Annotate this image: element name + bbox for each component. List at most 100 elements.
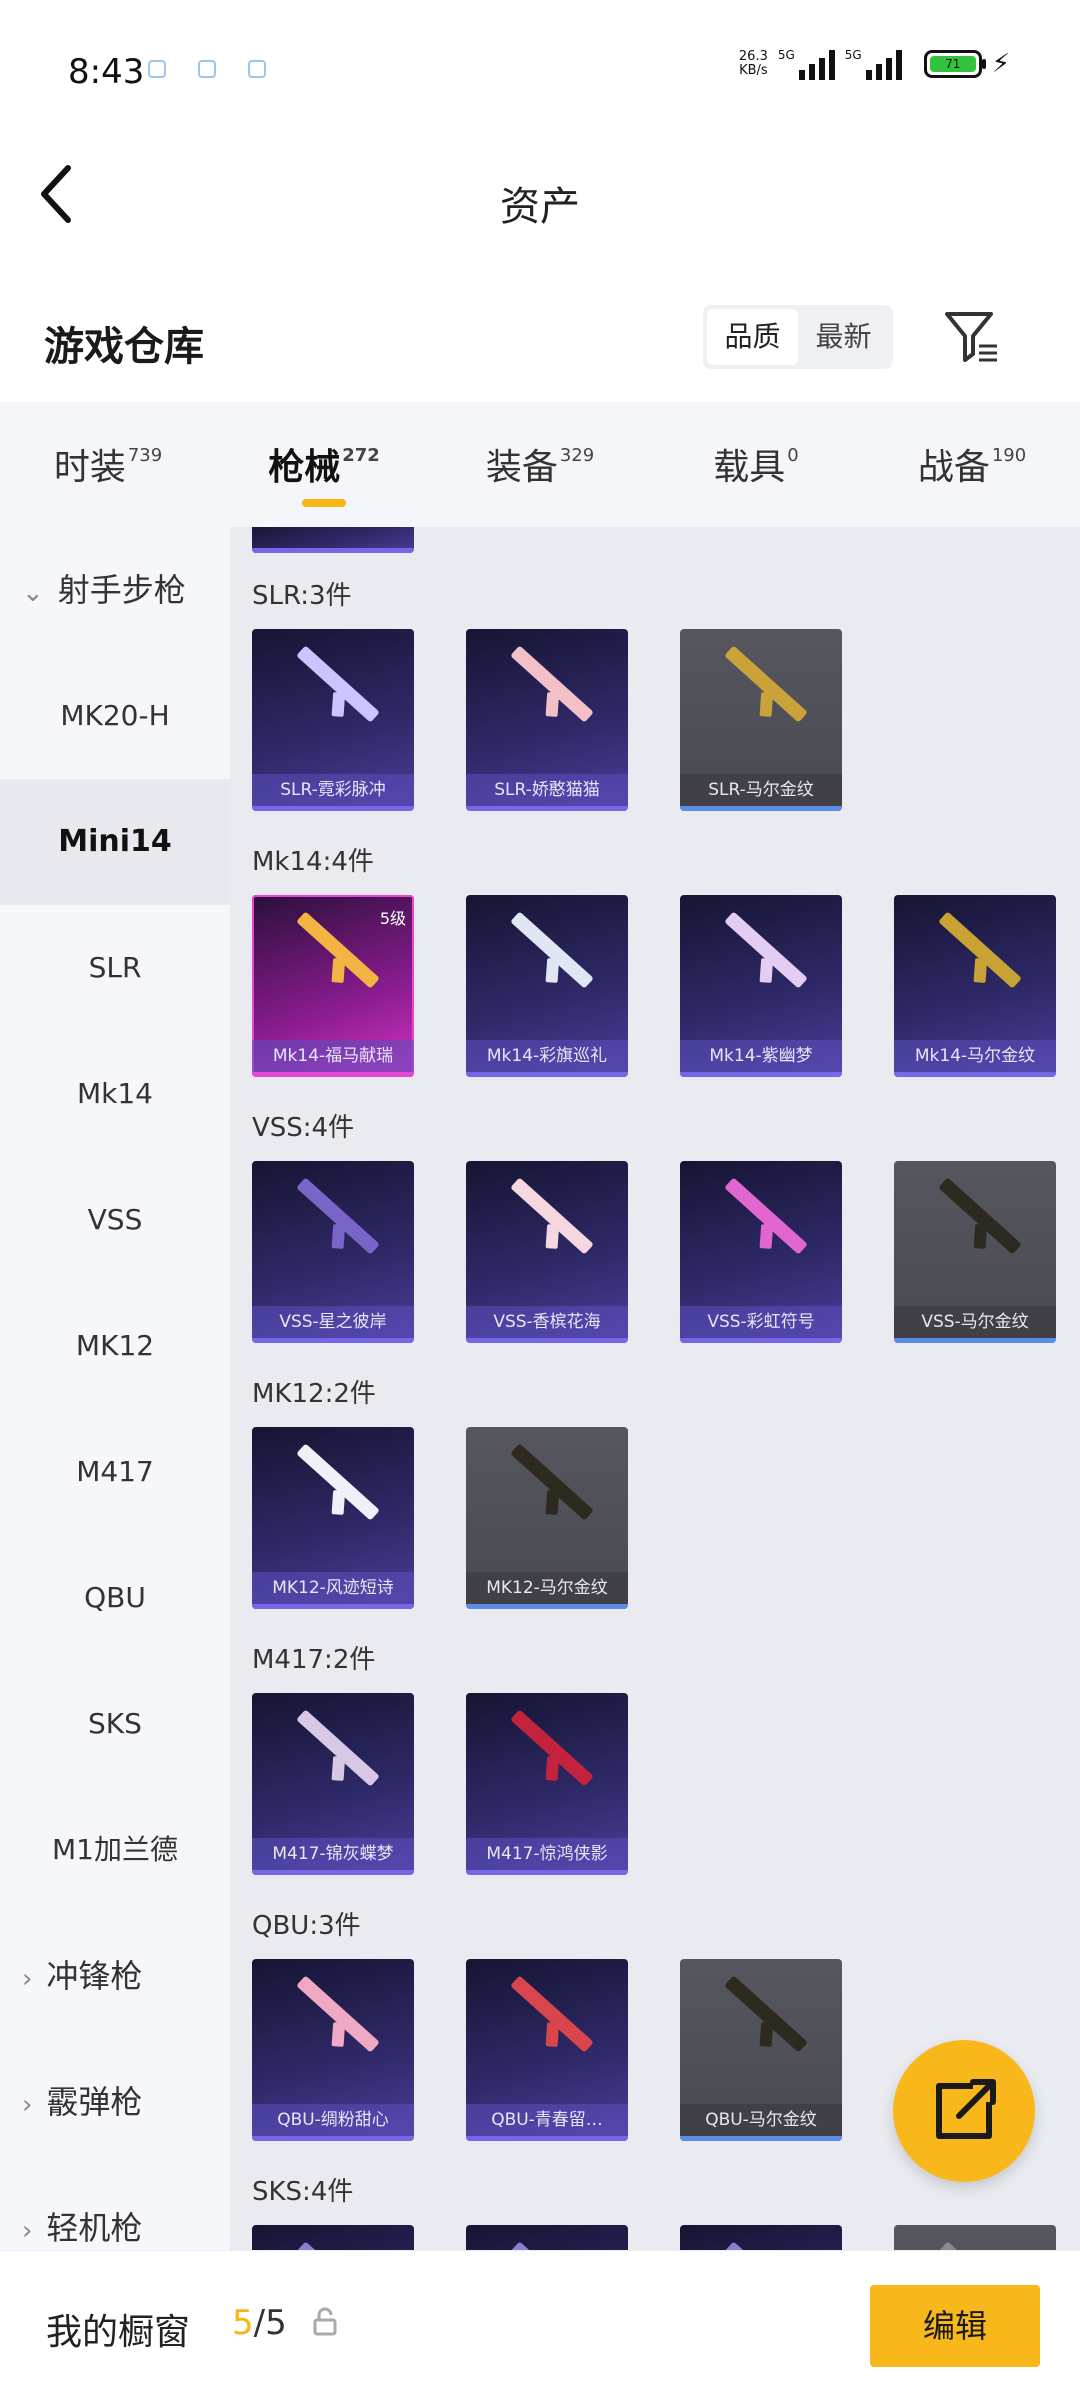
- notification-icon: [198, 60, 216, 78]
- gun-image: [724, 911, 808, 989]
- skin-card[interactable]: VSS-马尔金纹: [894, 1161, 1056, 1343]
- skin-card[interactable]: [252, 2225, 414, 2250]
- gun-image: [296, 911, 380, 989]
- skin-card[interactable]: QBU-马尔金纹: [680, 1959, 842, 2141]
- gun-image: [296, 2241, 380, 2250]
- category-label: QBU:3件: [252, 1911, 361, 1941]
- skin-card[interactable]: Mk14-彩旗巡礼: [466, 895, 628, 1077]
- skin-card[interactable]: QBU-绸粉甜心: [252, 1959, 414, 2141]
- weapon-type-sidebar: ⌄ 射手步枪 MK20-H Mini14 SLR Mk14 VSS MK12 M417 QBU SK…: [0, 527, 230, 2250]
- lock-icon: [313, 2307, 337, 2336]
- rarity-bar: [680, 1072, 842, 1077]
- skin-card[interactable]: MK12-风迹短诗: [252, 1427, 414, 1609]
- sidebar-group[interactable]: ⌄ 射手步枪: [0, 527, 230, 653]
- gun-image: [724, 2241, 808, 2250]
- skin-card[interactable]: M417-惊鸿侠影: [466, 1693, 628, 1875]
- chevron-right-icon: ›: [22, 2216, 33, 2246]
- rarity-bar: [252, 1604, 414, 1609]
- sidebar-item[interactable]: MK20-H: [0, 653, 230, 779]
- rarity-bar: [252, 1338, 414, 1343]
- rarity-bar: [466, 806, 628, 811]
- skin-name: QBU-马尔金纹: [680, 2104, 842, 2136]
- tab-firearms[interactable]: 枪械 272: [216, 402, 432, 527]
- skin-name: VSS-香槟花海: [466, 1306, 628, 1338]
- rarity-bar: [252, 1870, 414, 1875]
- sidebar-item[interactable]: SKS: [0, 1661, 230, 1787]
- gun-image: [510, 2241, 594, 2250]
- gun-image: [510, 1443, 594, 1521]
- rarity-bar: [466, 1604, 628, 1609]
- gun-image: [296, 1443, 380, 1521]
- status-time: 8:43: [68, 52, 145, 92]
- gun-image: [724, 1177, 808, 1255]
- skin-card[interactable]: SLR-马尔金纹: [680, 629, 842, 811]
- showcase-label: 我的橱窗: [46, 2312, 191, 2353]
- skin-name: QBU-青春留…: [466, 2104, 628, 2136]
- rarity-bar: [680, 2136, 842, 2141]
- skin-card[interactable]: Mk14-马尔金纹: [894, 895, 1056, 1077]
- skin-card[interactable]: [894, 2225, 1056, 2250]
- gun-image: [724, 645, 808, 723]
- sidebar-group[interactable]: › 轻机枪: [0, 2165, 230, 2250]
- skin-card[interactable]: QBU-青春留…: [466, 1959, 628, 2141]
- sidebar-item[interactable]: Mk14: [0, 1031, 230, 1157]
- battery-icon: 71: [923, 50, 986, 78]
- tab-equipment[interactable]: 装备 329: [432, 402, 648, 527]
- tab-supplies[interactable]: 战备 190: [864, 402, 1080, 527]
- sidebar-item[interactable]: QBU: [0, 1535, 230, 1661]
- filter-button[interactable]: [943, 308, 999, 366]
- edit-button[interactable]: 编辑: [870, 2285, 1040, 2367]
- signal-icon: [798, 48, 835, 80]
- skin-name: Mk14-马尔金纹: [894, 1040, 1056, 1072]
- warehouse-title: 游戏仓库: [44, 324, 204, 370]
- skin-card[interactable]: [252, 527, 414, 553]
- category-label: M417:2件: [252, 1645, 376, 1675]
- skin-card[interactable]: SLR-霓彩脉冲: [252, 629, 414, 811]
- skin-card[interactable]: [680, 2225, 842, 2250]
- sidebar-item[interactable]: VSS: [0, 1157, 230, 1283]
- skin-card[interactable]: SLR-娇憨猫猫: [466, 629, 628, 811]
- status-bar: 8:43 26.3 KB/s 5G 5G 71 ⚡: [68, 48, 1010, 92]
- rarity-bar: [252, 806, 414, 811]
- skin-card[interactable]: VSS-彩虹符号: [680, 1161, 842, 1343]
- rarity-bar: [252, 2136, 414, 2141]
- skin-name: Mk14-紫幽梦: [680, 1040, 842, 1072]
- sidebar-item[interactable]: Mini14: [0, 779, 230, 905]
- skin-name: SLR-娇憨猫猫: [466, 774, 628, 806]
- category-label: Mk14:4件: [252, 847, 374, 877]
- gun-image: [724, 1975, 808, 2053]
- sidebar-item[interactable]: MK12: [0, 1283, 230, 1409]
- charging-icon: ⚡: [991, 49, 1010, 79]
- tab-fashion[interactable]: 时装 739: [0, 402, 216, 527]
- sidebar-group[interactable]: › 霰弹枪: [0, 2039, 230, 2165]
- rarity-bar: [894, 1338, 1056, 1343]
- chevron-right-icon: ›: [22, 1964, 33, 1994]
- filter-icon: [945, 312, 997, 362]
- skin-card[interactable]: VSS-香槟花海: [466, 1161, 628, 1343]
- sidebar-item[interactable]: M417: [0, 1409, 230, 1535]
- skin-card[interactable]: MK12-马尔金纹: [466, 1427, 628, 1609]
- skin-card[interactable]: Mk14-紫幽梦: [680, 895, 842, 1077]
- skin-card[interactable]: VSS-星之彼岸: [252, 1161, 414, 1343]
- share-button[interactable]: [893, 2040, 1035, 2182]
- category-tabs: 时装 739 枪械 272 装备 329 载具 0 战备 190: [0, 402, 1080, 527]
- sidebar-group[interactable]: › 冲锋枪: [0, 1913, 230, 2039]
- skin-name: MK12-马尔金纹: [466, 1572, 628, 1604]
- showcase-count: 5/5: [232, 2303, 287, 2343]
- rarity-bar: [894, 1072, 1056, 1077]
- rarity-bar: [466, 1870, 628, 1875]
- skin-name: VSS-彩虹符号: [680, 1306, 842, 1338]
- gun-image: [510, 645, 594, 723]
- gun-image: [510, 1975, 594, 2053]
- sort-latest-button[interactable]: 最新: [798, 309, 889, 365]
- sort-quality-button[interactable]: 品质: [707, 309, 798, 365]
- skin-card[interactable]: M417-锦灰蝶梦: [252, 1693, 414, 1875]
- sidebar-item[interactable]: M1加兰德: [0, 1787, 230, 1913]
- tab-vehicles[interactable]: 载具 0: [648, 402, 864, 527]
- sidebar-item[interactable]: SLR: [0, 905, 230, 1031]
- skin-card[interactable]: [466, 2225, 628, 2250]
- rarity-bar: [252, 1072, 414, 1077]
- skin-name: SLR-马尔金纹: [680, 774, 842, 806]
- skin-card[interactable]: 5级 Mk14-福马献瑞: [252, 895, 414, 1077]
- rarity-bar: [466, 2136, 628, 2141]
